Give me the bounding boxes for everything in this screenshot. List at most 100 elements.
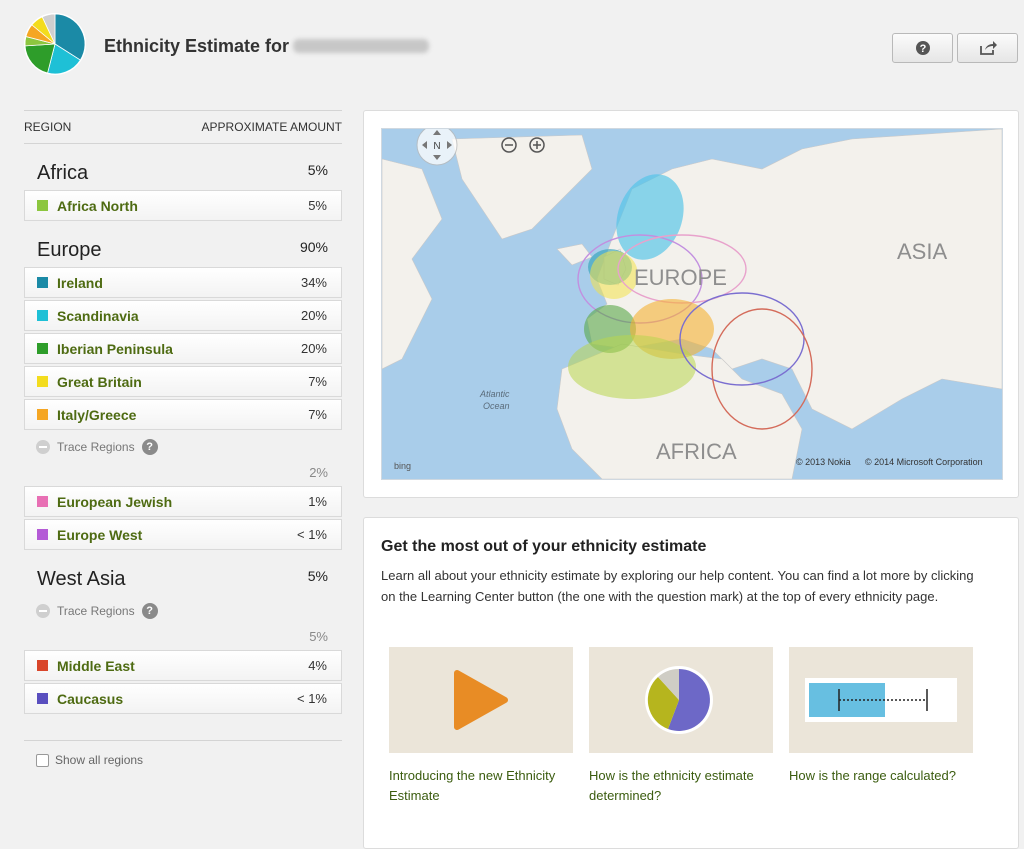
- subregion-row-scandinavia[interactable]: Scandinavia 20%: [24, 300, 342, 331]
- subregion-row-iberian-peninsula[interactable]: Iberian Peninsula 20%: [24, 333, 342, 364]
- compass-label: N: [433, 141, 440, 152]
- collapse-icon: [36, 440, 50, 454]
- video-tile[interactable]: [389, 647, 573, 753]
- range-tile-caption[interactable]: How is the range calculated?: [789, 766, 973, 786]
- subregion-row-italy-greece[interactable]: Italy/Greece 7%: [24, 399, 342, 430]
- subregion-label: European Jewish: [57, 493, 173, 510]
- subregion-label: Europe West: [57, 526, 143, 543]
- region-percent: 5%: [307, 568, 328, 584]
- help-card: Get the most out of your ethnicity estim…: [363, 517, 1019, 849]
- share-button[interactable]: [957, 33, 1018, 63]
- show-all-regions[interactable]: Show all regions: [24, 740, 342, 767]
- subregion-label: Italy/Greece: [57, 406, 137, 423]
- range-tile[interactable]: [789, 647, 973, 753]
- subregion-row-european-jewish[interactable]: European Jewish 1%: [24, 486, 342, 517]
- region-name: Europe: [37, 239, 102, 261]
- pie-chart-icon: [645, 666, 713, 734]
- map-compass[interactable]: N: [416, 129, 458, 166]
- subregion-percent: 34%: [300, 275, 327, 290]
- region-header-africa[interactable]: Africa 5%: [24, 144, 342, 188]
- redacted-name: [293, 39, 430, 53]
- subregion-label: Iberian Peninsula: [57, 340, 173, 357]
- help-card-title: Get the most out of your ethnicity estim…: [381, 538, 707, 555]
- subregion-row-caucasus[interactable]: Caucasus < 1%: [24, 683, 342, 714]
- subregion-percent: 5%: [308, 198, 327, 213]
- ethnicity-map[interactable]: EUROPE ASIA AFRICA Atlantic Ocean N bing…: [381, 128, 1003, 480]
- region-west-asia: West Asia 5% Trace Regions ? 5% Middle E…: [24, 550, 342, 714]
- color-swatch: [37, 409, 48, 420]
- map-label-africa: AFRICA: [656, 439, 737, 464]
- subregion-label: Africa North: [57, 197, 138, 214]
- question-circle-icon: ?: [915, 41, 930, 55]
- subregion-percent: 20%: [300, 341, 327, 356]
- share-icon: [979, 41, 997, 55]
- africa-north-region[interactable]: [568, 335, 696, 399]
- color-swatch: [37, 496, 48, 507]
- subregion-label: Scandinavia: [57, 307, 139, 324]
- svg-text:?: ?: [919, 43, 926, 55]
- subregion-label: Caucasus: [57, 690, 124, 707]
- attribution-nokia: © 2013 Nokia: [796, 457, 851, 467]
- region-percent: 90%: [299, 239, 328, 255]
- column-amount: APPROXIMATE AMOUNT: [201, 120, 342, 134]
- trace-regions-label: Trace Regions: [57, 604, 135, 618]
- region-header-europe[interactable]: Europe 90%: [24, 221, 342, 265]
- page-title: Ethnicity Estimate for: [104, 36, 430, 57]
- trace-regions-toggle[interactable]: Trace Regions ?: [24, 596, 342, 626]
- color-swatch: [37, 343, 48, 354]
- help-card-text: Learn all about your ethnicity estimate …: [381, 568, 974, 604]
- subregion-percent: 7%: [308, 374, 327, 389]
- color-swatch: [37, 660, 48, 671]
- color-swatch: [37, 693, 48, 704]
- pie-tile-caption[interactable]: How is the ethnicity estimate determined…: [589, 766, 773, 806]
- subregion-row-great-britain[interactable]: Great Britain 7%: [24, 366, 342, 397]
- map-canvas: EUROPE ASIA AFRICA Atlantic Ocean N bing…: [382, 129, 1002, 479]
- color-swatch: [37, 529, 48, 540]
- pie-tile[interactable]: [589, 647, 773, 753]
- subregion-percent: 1%: [308, 494, 327, 509]
- region-header-west-asia[interactable]: West Asia 5%: [24, 550, 342, 594]
- subregion-label: Ireland: [57, 274, 103, 291]
- great-britain-region[interactable]: [590, 251, 638, 299]
- subregion-percent: < 1%: [297, 691, 327, 706]
- attribution-microsoft: © 2014 Microsoft Corporation: [865, 457, 983, 467]
- map-label-europe: EUROPE: [634, 265, 727, 290]
- map-label-atlantic: Atlantic: [479, 389, 510, 399]
- subregion-row-africa-north[interactable]: Africa North 5%: [24, 190, 342, 221]
- collapse-icon: [36, 604, 50, 618]
- play-icon: [454, 670, 508, 730]
- ethnicity-region-list: REGION APPROXIMATE AMOUNT Africa 5% Afri…: [24, 110, 342, 714]
- learning-center-button[interactable]: ?: [892, 33, 953, 63]
- color-swatch: [37, 310, 48, 321]
- map-card: EUROPE ASIA AFRICA Atlantic Ocean N bing…: [363, 110, 1019, 498]
- table-header: REGION APPROXIMATE AMOUNT: [24, 110, 342, 144]
- trace-regions-toggle[interactable]: Trace Regions ?: [24, 432, 342, 462]
- region-percent: 5%: [307, 162, 328, 178]
- subregion-percent: 7%: [308, 407, 327, 422]
- video-tile-caption[interactable]: Introducing the new Ethnicity Estimate: [389, 766, 573, 806]
- subregion-row-europe-west[interactable]: Europe West < 1%: [24, 519, 342, 550]
- color-swatch: [37, 277, 48, 288]
- trace-regions-label: Trace Regions: [57, 440, 135, 454]
- subregion-percent: 4%: [308, 658, 327, 673]
- subregion-percent: < 1%: [297, 527, 327, 542]
- show-all-label: Show all regions: [55, 753, 144, 767]
- column-region: REGION: [24, 120, 72, 134]
- range-bar-icon: [805, 678, 957, 722]
- help-icon[interactable]: ?: [141, 439, 158, 455]
- subregion-percent: 20%: [300, 308, 327, 323]
- map-label-asia: ASIA: [897, 239, 947, 264]
- subregion-label: Great Britain: [57, 373, 142, 390]
- map-label-ocean: Ocean: [483, 401, 510, 411]
- help-icon[interactable]: ?: [141, 603, 158, 619]
- subregion-row-ireland[interactable]: Ireland 34%: [24, 267, 342, 298]
- bing-logo: bing: [394, 461, 411, 471]
- region-europe: Europe 90% Ireland 34% Scandinavia 20% I…: [24, 221, 342, 550]
- subregion-row-middle-east[interactable]: Middle East 4%: [24, 650, 342, 681]
- trace-regions-percent: 2%: [309, 465, 328, 480]
- region-name: West Asia: [37, 568, 126, 590]
- show-all-checkbox[interactable]: [36, 753, 49, 767]
- trace-regions-percent: 5%: [309, 629, 328, 644]
- ethnicity-pie-logo: [24, 13, 86, 75]
- subregion-label: Middle East: [57, 657, 135, 674]
